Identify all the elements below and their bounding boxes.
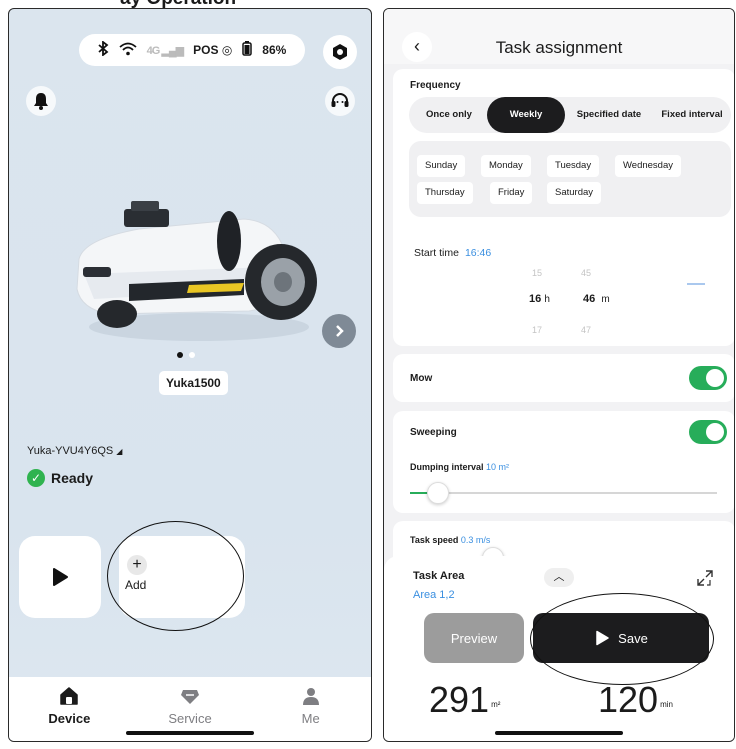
day-friday[interactable]: Friday [490,182,533,204]
bluetooth-icon [98,40,109,59]
nav-me[interactable]: Me [250,677,371,741]
play-icon [596,630,609,646]
preview-button[interactable]: Preview [424,613,524,663]
mow-label: Mow [410,373,433,384]
cellular-signal: 4G ▂▄▆ [146,44,184,57]
start-time-label: Start time [414,247,459,259]
check-icon: ✓ [27,469,45,487]
save-button[interactable]: Save [533,613,709,663]
time-unit: min [660,700,673,709]
carousel-dot[interactable] [189,352,195,358]
support-button[interactable] [325,86,355,116]
device-id-text: Yuka-YVU4Y6QS [27,445,114,457]
task-speed-label: Task speed [410,535,459,545]
add-task-card[interactable] [119,536,245,618]
device-selector[interactable]: Yuka-YVU4Y6QS ◢ [27,445,122,457]
dumping-interval-label: Dumping interval [410,462,484,472]
picker-marker [687,283,705,285]
bell-icon [34,93,48,110]
diamond-icon [181,690,199,704]
frequency-label: Frequency [410,80,461,91]
task-speed-value: 0.3 m/s [460,535,491,545]
model-name: Yuka1500 [159,371,228,395]
expand-button[interactable] [696,569,714,592]
dumping-interval-row: Dumping interval 10 m² [410,462,509,472]
minute-next[interactable]: 47 [581,325,591,335]
chevron-right-icon [336,325,344,337]
save-label: Save [618,630,648,646]
day-sunday[interactable]: Sunday [417,155,466,177]
chevron-up-icon: ︿ [553,571,565,583]
nav-device[interactable]: Device [9,677,130,741]
carousel-indicator [177,352,195,358]
device-status: ✓ Ready [27,469,93,487]
device-home-screen: 4G ▂▄▆ POS ◎ 86% Yuka1500 Yuka-YVU4Y6QS [8,8,372,742]
area-value: 291 [429,679,490,720]
mow-toggle[interactable] [689,366,727,390]
add-label: Add [125,578,147,592]
caret-icon: ◢ [116,447,123,456]
device-status-pill[interactable]: 4G ▂▄▆ POS ◎ 86% [79,34,305,66]
battery-icon [242,41,253,59]
home-indicator [495,731,623,735]
nav-me-label: Me [301,711,320,726]
task-assignment-screen: ‹ Task assignment Frequency Once only We… [383,8,735,742]
start-task-button[interactable] [19,536,101,618]
day-thursday[interactable]: Thursday [417,182,473,204]
frequency-selector: Once only Weekly Specified date Fixed in… [409,97,731,133]
time-value: 120 [598,679,659,720]
carousel-dot[interactable] [177,352,183,358]
dumping-interval-value: 10 m² [486,462,510,472]
task-speed-row: Task speed 0.3 m/s [410,535,490,545]
headset-icon [331,93,349,107]
day-wednesday[interactable]: Wednesday [615,155,681,177]
start-time-row: Start time 16:46 [414,247,491,259]
minute-prev[interactable]: 45 [581,268,591,278]
frequency-option-weekly[interactable]: Weekly [487,97,565,133]
day-monday[interactable]: Monday [481,155,531,177]
nav-device-label: Device [48,711,91,726]
frequency-option-fixed-interval[interactable]: Fixed interval [651,97,733,133]
weekday-selector: Sunday Monday Tuesday Wednesday Thursday… [409,141,731,217]
frequency-option-specified-date[interactable]: Specified date [567,97,651,133]
area-metric: 291 m² [429,680,500,720]
dumping-interval-thumb[interactable] [426,482,449,504]
sheet-collapse-button[interactable]: ︿ [544,568,574,587]
day-tuesday[interactable]: Tuesday [547,155,600,177]
time-metric: 120 min [598,680,673,720]
battery-percent: 86% [262,43,287,57]
mow-panel [393,354,734,402]
mower-image [76,201,317,341]
header: ‹ Task assignment [384,9,734,64]
minute-selected[interactable]: 46 m [583,293,610,305]
plus-icon: + [127,555,147,575]
hour-next[interactable]: 17 [532,325,542,335]
home-icon [60,687,79,705]
wifi-icon [119,42,137,59]
hexagon-settings-icon [333,44,347,60]
bottom-nav: Device Service Me [9,677,371,741]
hour-prev[interactable]: 15 [532,268,542,278]
status-text: Ready [51,470,94,486]
task-area-label: Task Area [413,570,465,582]
person-icon [302,688,319,705]
pos-indicator: POS ◎ [193,43,233,57]
sweeping-toggle[interactable] [689,420,727,444]
page-title: Task assignment [495,38,623,57]
task-area-value[interactable]: Area 1,2 [413,589,455,601]
expand-icon [697,570,713,586]
start-time-value: 16:46 [464,247,492,259]
dumping-interval-track[interactable] [410,492,717,494]
sweeping-label: Sweeping [410,427,457,438]
area-unit: m² [491,700,501,709]
notification-button[interactable] [26,86,56,116]
nav-service-label: Service [168,711,212,726]
home-indicator [126,731,254,735]
settings-hex-button[interactable] [323,35,357,69]
hour-selected[interactable]: 16 h [529,293,550,305]
carousel-next-button[interactable] [322,314,356,348]
play-icon [53,568,68,586]
day-saturday[interactable]: Saturday [547,182,602,204]
frequency-option-once[interactable]: Once only [409,97,489,133]
